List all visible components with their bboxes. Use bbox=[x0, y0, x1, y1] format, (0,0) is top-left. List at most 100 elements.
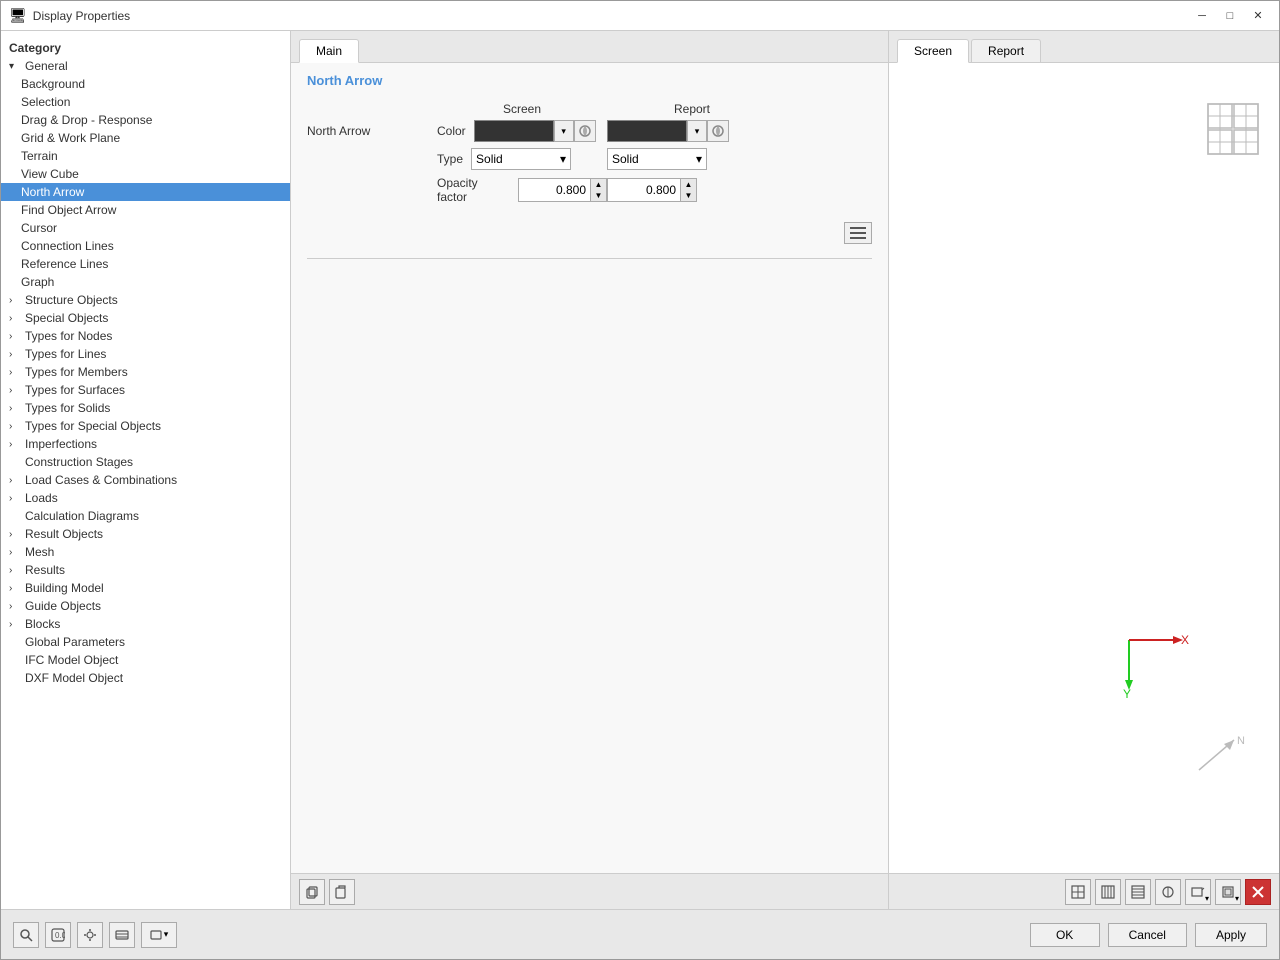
preview-tool-1[interactable] bbox=[1065, 879, 1091, 905]
expand-arrow-imperfections: › bbox=[9, 439, 21, 450]
window-controls: ─ □ ✕ bbox=[1189, 7, 1271, 25]
category-panel: Category ▾GeneralBackgroundSelectionDrag… bbox=[1, 31, 291, 909]
window-title: Display Properties bbox=[33, 9, 1183, 23]
tree-item-types-special[interactable]: ›Types for Special Objects bbox=[1, 417, 290, 435]
col-report-header: Report bbox=[607, 102, 777, 116]
screen-type-select[interactable]: Solid ▾ bbox=[471, 148, 571, 170]
col-headers-row: Screen Report bbox=[307, 102, 872, 116]
tree-item-types-nodes[interactable]: ›Types for Nodes bbox=[1, 327, 290, 345]
tab-report[interactable]: Report bbox=[971, 39, 1041, 62]
title-bar: 🖥 Display Properties ─ □ ✕ bbox=[1, 1, 1279, 31]
svg-text:N: N bbox=[1237, 735, 1245, 747]
tree-item-selection[interactable]: Selection bbox=[1, 93, 290, 111]
tree-item-global-parameters[interactable]: Global Parameters bbox=[1, 633, 290, 651]
apply-button[interactable]: Apply bbox=[1195, 923, 1267, 947]
tree-item-dxf-model[interactable]: DXF Model Object bbox=[1, 669, 290, 687]
north-arrow-label: North Arrow bbox=[307, 124, 437, 138]
tree-item-mesh[interactable]: ›Mesh bbox=[1, 543, 290, 561]
tree-item-load-cases[interactable]: ›Load Cases & Combinations bbox=[1, 471, 290, 489]
screen-opacity-spinner-btns: ▲ ▼ bbox=[590, 179, 606, 201]
screen-opacity-down[interactable]: ▼ bbox=[590, 190, 606, 201]
paste-button[interactable] bbox=[329, 879, 355, 905]
tree-item-ifc-model[interactable]: IFC Model Object bbox=[1, 651, 290, 669]
footer-counter[interactable]: 0.00 bbox=[45, 922, 71, 948]
tab-main[interactable]: Main bbox=[299, 39, 359, 63]
tree-item-grid-work[interactable]: Grid & Work Plane bbox=[1, 129, 290, 147]
screen-color-picker[interactable] bbox=[574, 120, 596, 142]
tree-item-north-arrow[interactable]: North Arrow bbox=[1, 183, 290, 201]
screen-type-col: Type Solid ▾ bbox=[437, 148, 607, 170]
tree-item-reference-lines[interactable]: Reference Lines bbox=[1, 255, 290, 273]
tree-item-cursor[interactable]: Cursor bbox=[1, 219, 290, 237]
opacity-label: Opacity factor bbox=[437, 176, 510, 204]
report-color-col: ▾ bbox=[607, 120, 777, 142]
screen-color-dropdown[interactable]: ▾ bbox=[554, 120, 574, 142]
report-opacity-spinner-btns: ▲ ▼ bbox=[680, 179, 696, 201]
tree-label-view-cube: View Cube bbox=[21, 167, 79, 181]
tree-item-loads[interactable]: ›Loads bbox=[1, 489, 290, 507]
tree-item-imperfections[interactable]: ›Imperfections bbox=[1, 435, 290, 453]
tree-item-building-model[interactable]: ›Building Model bbox=[1, 579, 290, 597]
tree-item-blocks[interactable]: ›Blocks bbox=[1, 615, 290, 633]
maximize-button[interactable]: □ bbox=[1217, 7, 1243, 25]
minimize-button[interactable]: ─ bbox=[1189, 7, 1215, 25]
tree-label-building-model: Building Model bbox=[25, 581, 104, 595]
preview-content: Y X N bbox=[889, 63, 1279, 873]
preview-tool-reset[interactable] bbox=[1245, 879, 1271, 905]
tree-item-view-cube[interactable]: View Cube bbox=[1, 165, 290, 183]
report-color-box[interactable] bbox=[607, 120, 687, 142]
expand-arrow-special-objects: › bbox=[9, 313, 21, 324]
preview-tool-6[interactable]: ▾ bbox=[1215, 879, 1241, 905]
expand-arrow-result-objects: › bbox=[9, 529, 21, 540]
tree-item-types-members[interactable]: ›Types for Members bbox=[1, 363, 290, 381]
tree-label-result-objects: Result Objects bbox=[25, 527, 103, 541]
tree-item-graph[interactable]: Graph bbox=[1, 273, 290, 291]
tree-label-general: General bbox=[25, 59, 68, 73]
footer-dropdown[interactable]: ▾ bbox=[141, 922, 177, 948]
copy-button[interactable] bbox=[299, 879, 325, 905]
tree-item-structure-objects[interactable]: ›Structure Objects bbox=[1, 291, 290, 309]
footer-search[interactable] bbox=[13, 922, 39, 948]
tree-item-result-objects[interactable]: › Result Objects bbox=[1, 525, 290, 543]
footer-right: OK Cancel Apply bbox=[1030, 923, 1267, 947]
tab-screen[interactable]: Screen bbox=[897, 39, 969, 63]
tree-item-results[interactable]: ›Results bbox=[1, 561, 290, 579]
tree-item-guide-objects[interactable]: ›Guide Objects bbox=[1, 597, 290, 615]
tree-item-background[interactable]: Background bbox=[1, 75, 290, 93]
tree-label-special-objects: Special Objects bbox=[25, 311, 108, 325]
report-opacity-down[interactable]: ▼ bbox=[680, 190, 696, 201]
report-opacity-up[interactable]: ▲ bbox=[680, 179, 696, 190]
report-type-select[interactable]: Solid ▾ bbox=[607, 148, 707, 170]
report-color-picker[interactable] bbox=[707, 120, 729, 142]
report-color-dropdown[interactable]: ▾ bbox=[687, 120, 707, 142]
tree-item-find-object[interactable]: Find Object Arrow bbox=[1, 201, 290, 219]
tree-item-types-surfaces[interactable]: ›Types for Surfaces bbox=[1, 381, 290, 399]
report-opacity-spinner[interactable]: 0.800 ▲ ▼ bbox=[607, 178, 697, 202]
expand-arrow-types-special: › bbox=[9, 421, 21, 432]
ok-button[interactable]: OK bbox=[1030, 923, 1100, 947]
tree-label-background: Background bbox=[21, 77, 85, 91]
tree-item-calculation-diagrams[interactable]: Calculation Diagrams bbox=[1, 507, 290, 525]
preview-tool-4[interactable] bbox=[1155, 879, 1181, 905]
screen-opacity-up[interactable]: ▲ bbox=[590, 179, 606, 190]
tree-label-selection: Selection bbox=[21, 95, 70, 109]
footer-settings[interactable] bbox=[77, 922, 103, 948]
close-button[interactable]: ✕ bbox=[1245, 7, 1271, 25]
tree-item-types-lines[interactable]: ›Types for Lines bbox=[1, 345, 290, 363]
footer-layers[interactable] bbox=[109, 922, 135, 948]
expand-arrow-guide-objects: › bbox=[9, 601, 21, 612]
tree-item-drag-drop[interactable]: Drag & Drop - Response bbox=[1, 111, 290, 129]
preview-tool-2[interactable] bbox=[1095, 879, 1121, 905]
tree-item-terrain[interactable]: Terrain bbox=[1, 147, 290, 165]
preview-tool-5[interactable]: ▾ bbox=[1185, 879, 1211, 905]
cancel-button[interactable]: Cancel bbox=[1108, 923, 1187, 947]
tree-item-types-solids[interactable]: ›Types for Solids bbox=[1, 399, 290, 417]
tree-item-construction-stages[interactable]: Construction Stages bbox=[1, 453, 290, 471]
screen-opacity-spinner[interactable]: 0.800 ▲ ▼ bbox=[518, 178, 607, 202]
preview-tool-3[interactable] bbox=[1125, 879, 1151, 905]
hamburger-button[interactable] bbox=[844, 222, 872, 244]
tree-item-connection-lines[interactable]: Connection Lines bbox=[1, 237, 290, 255]
tree-item-special-objects[interactable]: › Special Objects bbox=[1, 309, 290, 327]
tree-item-general[interactable]: ▾General bbox=[1, 57, 290, 75]
screen-color-box[interactable] bbox=[474, 120, 554, 142]
